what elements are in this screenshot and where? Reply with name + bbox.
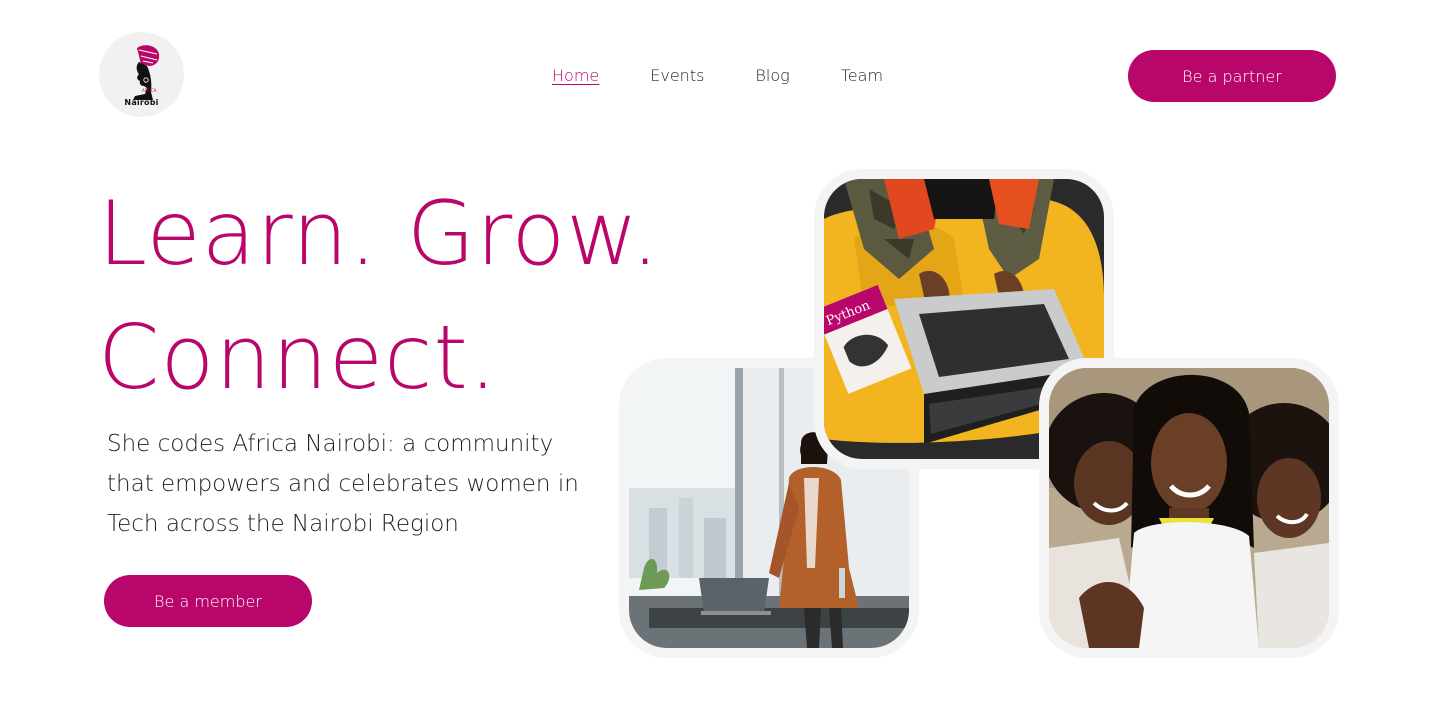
hero-description: She codes Africa Nairobi: a community th… — [107, 431, 579, 537]
nav-link-home[interactable]: Home — [552, 66, 599, 86]
she-codes-africa-logo-icon: AFRICA — [132, 45, 159, 100]
be-a-member-button[interactable]: Be a member — [104, 575, 312, 627]
photo-card-friends — [1039, 358, 1339, 658]
headline-line-2: Connect. — [98, 306, 498, 409]
headline-line-1: Learn. Grow. — [98, 182, 661, 285]
three-smiling-women-photo-icon — [1049, 368, 1329, 648]
main-nav: Home Events Blog Team — [552, 66, 883, 86]
nav-link-blog[interactable]: Blog — [755, 66, 789, 86]
nav-link-team[interactable]: Team — [841, 66, 883, 86]
nav-link-events[interactable]: Events — [650, 66, 704, 86]
brand-logo[interactable]: AFRICA Nairobi — [99, 32, 184, 117]
be-a-partner-button[interactable]: Be a partner — [1128, 50, 1336, 102]
logo-text: Nairobi — [124, 98, 159, 107]
svg-text:AFRICA: AFRICA — [142, 88, 157, 93]
hero-headline: Learn. Grow. Connect. — [98, 172, 660, 420]
